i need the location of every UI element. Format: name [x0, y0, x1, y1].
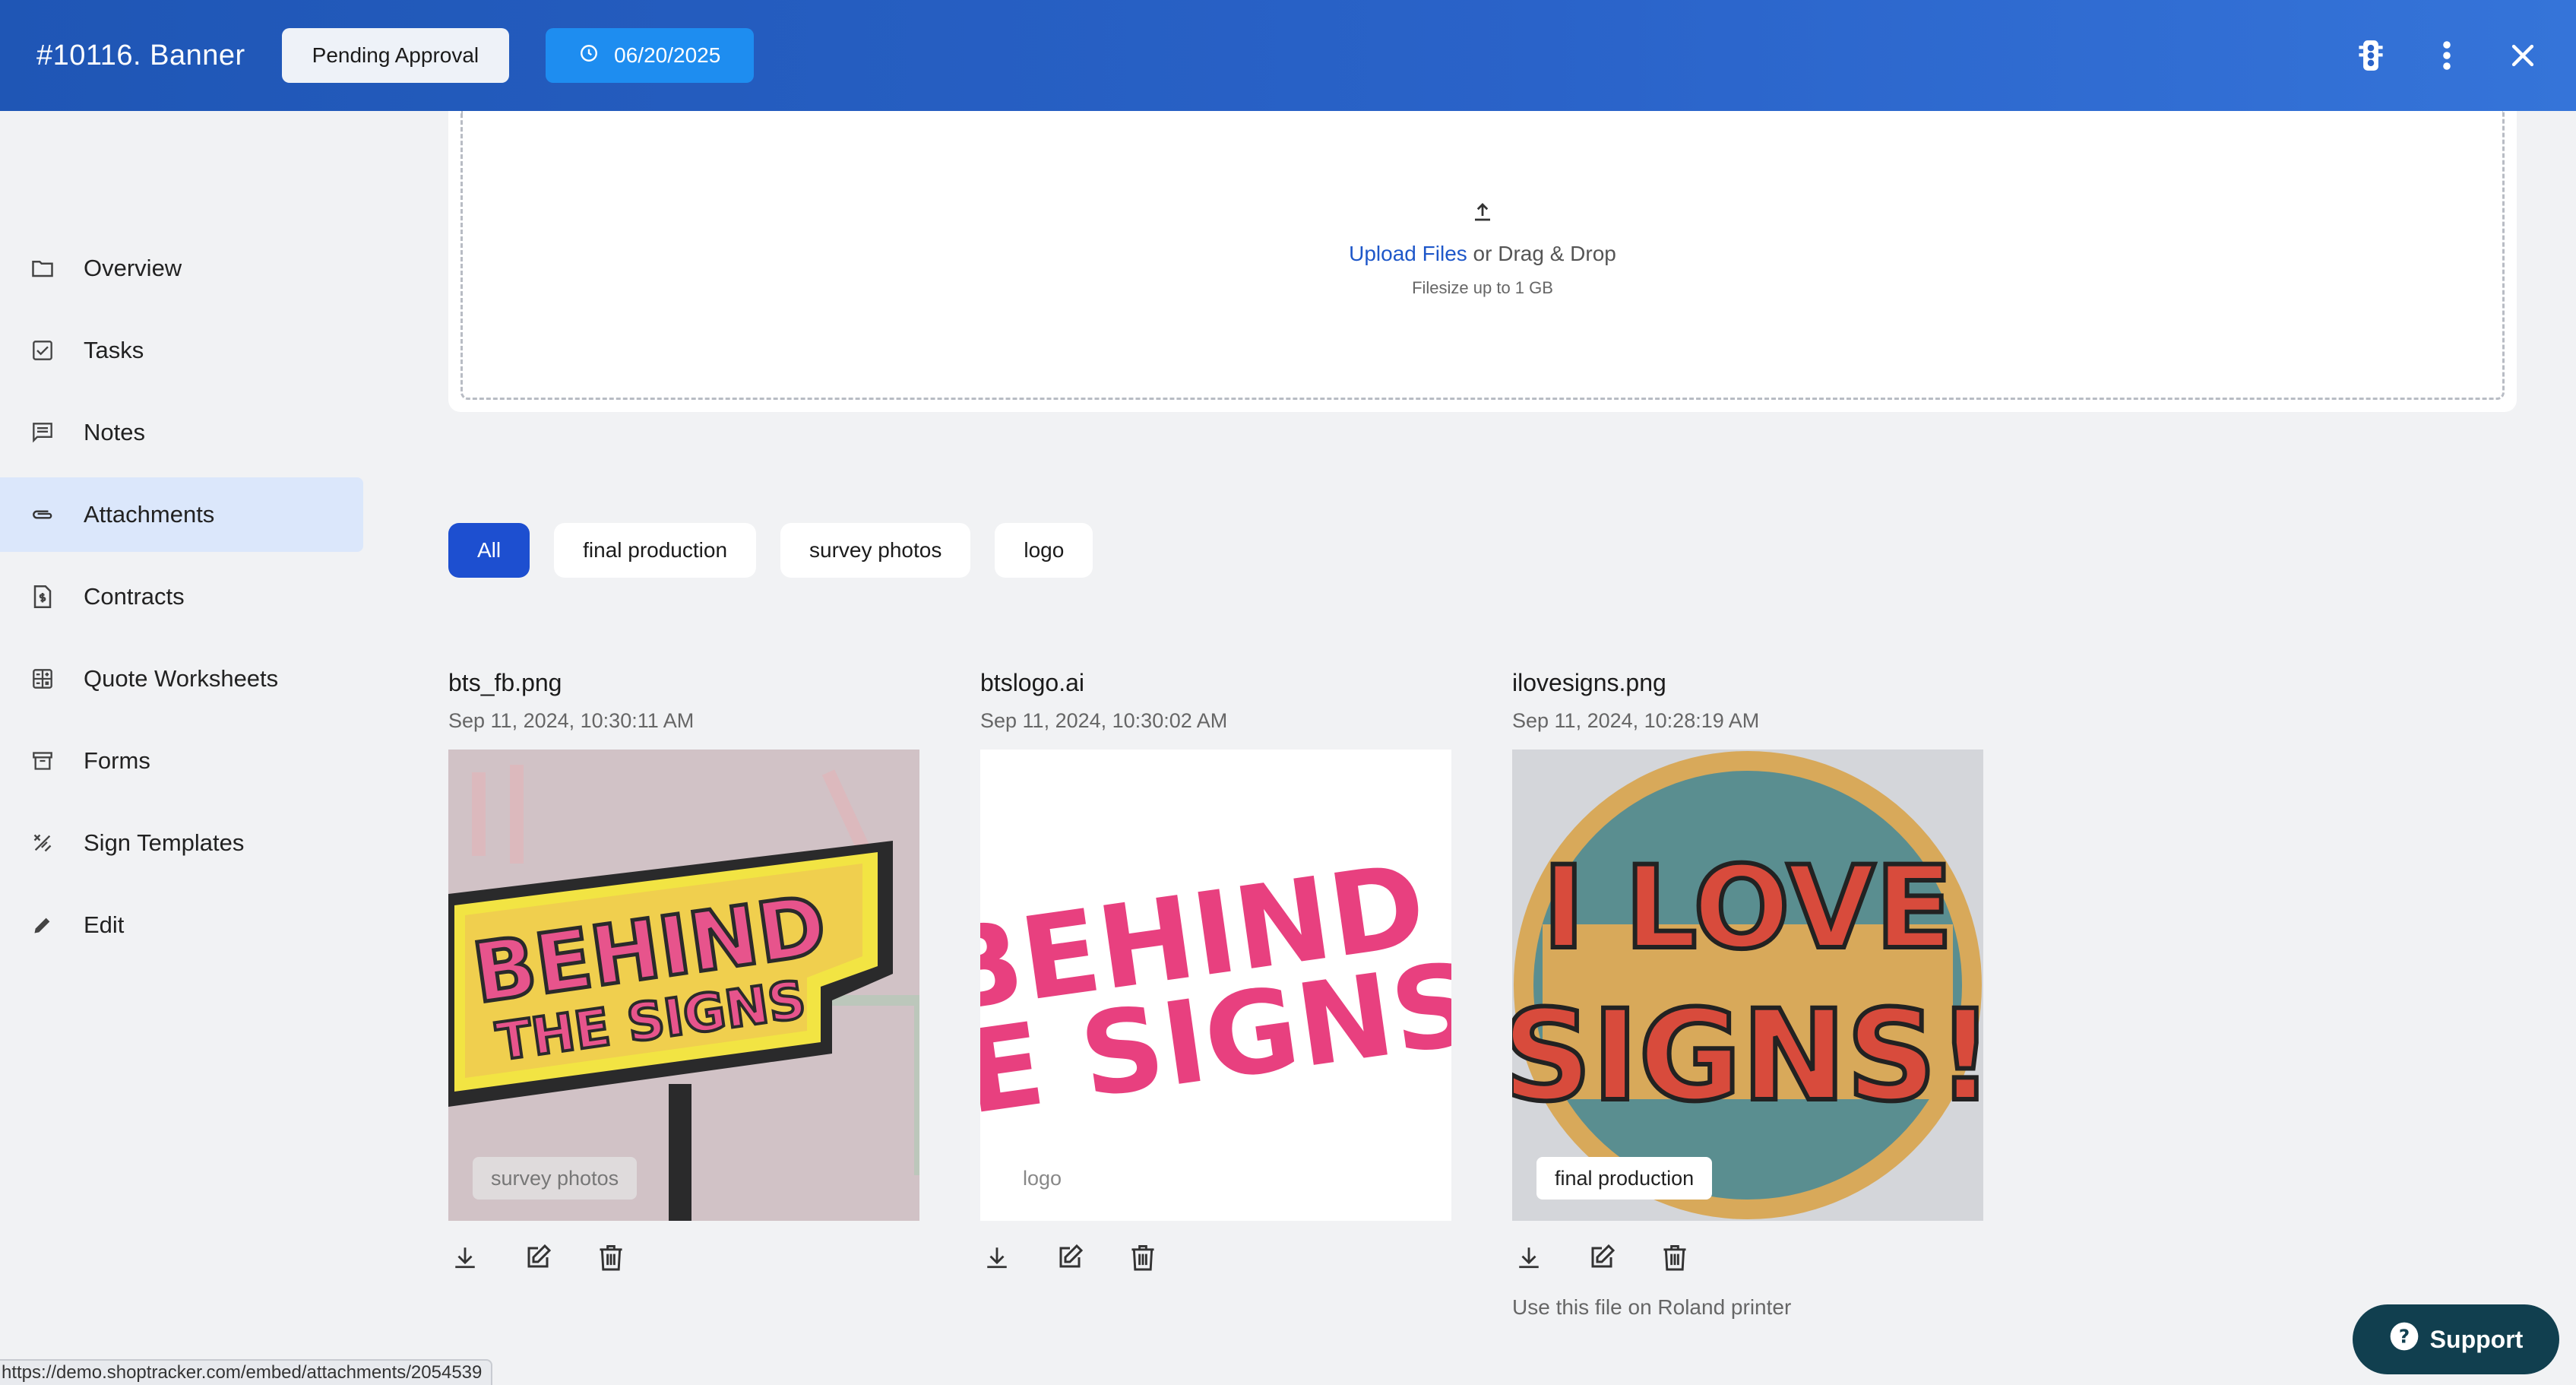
filter-final-production[interactable]: final production — [554, 523, 757, 578]
comment-icon — [29, 419, 56, 446]
download-icon[interactable] — [1514, 1242, 1544, 1272]
attachment-card: bts_fb.png Sep 11, 2024, 10:30:11 AM BEH… — [448, 669, 919, 1272]
folder-icon — [29, 255, 56, 282]
upload-icon — [1471, 201, 1494, 227]
attachment-thumbnail[interactable]: I LOVE SIGNS! final production — [1512, 750, 1983, 1221]
edit-icon[interactable] — [1587, 1242, 1617, 1272]
attachment-filter-tabs: All final production survey photos logo — [448, 523, 1093, 578]
help-icon: ? — [2389, 1321, 2419, 1358]
status-button[interactable]: Pending Approval — [281, 28, 510, 83]
upload-dropzone[interactable]: Upload Files or Drag & Drop Filesize up … — [460, 111, 2505, 400]
more-vertical-icon[interactable] — [2427, 36, 2467, 75]
sidebar-item-label: Attachments — [84, 501, 215, 528]
attachment-tag: final production — [1536, 1157, 1713, 1200]
file-name[interactable]: bts_fb.png — [448, 669, 919, 697]
thumb-text-line1: I LOVE — [1543, 842, 1953, 975]
trash-icon[interactable] — [1128, 1242, 1158, 1272]
sidebar-item-quote-worksheets[interactable]: Quote Worksheets — [0, 642, 363, 716]
attachment-thumbnail[interactable]: BEHIND HE SIGNS logo — [980, 750, 1451, 1221]
close-icon[interactable] — [2503, 36, 2543, 75]
sidebar-item-label: Overview — [84, 255, 182, 281]
edit-icon[interactable] — [1055, 1242, 1085, 1272]
sidebar-item-label: Forms — [84, 747, 150, 774]
due-date-label: 06/20/2025 — [614, 43, 721, 67]
pencil-icon — [29, 911, 56, 939]
due-date-button[interactable]: 06/20/2025 — [546, 28, 755, 83]
attachment-tag: survey photos — [473, 1157, 638, 1200]
sidebar-item-label: Tasks — [84, 337, 144, 363]
attachment-actions — [980, 1242, 1451, 1272]
sidebar-item-label: Sign Templates — [84, 829, 245, 856]
design-tools-icon — [29, 829, 56, 857]
file-date: Sep 11, 2024, 10:28:19 AM — [1512, 709, 1760, 732]
document-dollar-icon — [29, 583, 56, 610]
link-status-url: https://demo.shoptracker.com/embed/attac… — [0, 1359, 493, 1385]
sidebar-item-tasks[interactable]: Tasks — [0, 313, 363, 388]
sidebar-item-label: Quote Worksheets — [84, 665, 279, 692]
attachment-card: btslogo.ai Sep 11, 2024, 10:30:02 AM BEH… — [980, 669, 1451, 1272]
upload-instructions: Upload Files or Drag & Drop — [463, 242, 2502, 266]
thumb-text-line2: SIGNS! — [1512, 983, 1983, 1129]
attachment-card: ilovesigns.png Sep 11, 2024, 10:28:19 AM… — [1512, 669, 1983, 1320]
filter-all[interactable]: All — [448, 523, 530, 578]
sidebar-item-attachments[interactable]: Attachments — [0, 477, 363, 552]
sidebar-item-contracts[interactable]: Contracts — [0, 559, 363, 634]
download-icon[interactable] — [450, 1242, 480, 1272]
file-name[interactable]: btslogo.ai — [980, 669, 1451, 697]
attachment-tag: logo — [1005, 1157, 1081, 1200]
attachment-actions — [1512, 1242, 1983, 1272]
support-label: Support — [2429, 1325, 2524, 1353]
upload-card: Upload Files or Drag & Drop Filesize up … — [448, 111, 2517, 412]
sidebar-item-forms[interactable]: Forms — [0, 724, 363, 798]
filesize-limit: Filesize up to 1 GB — [1412, 278, 1553, 297]
file-date: Sep 11, 2024, 10:30:11 AM — [448, 709, 695, 732]
sidebar-item-label: Edit — [84, 911, 125, 938]
sidebar-item-edit[interactable]: Edit — [0, 888, 363, 962]
sidebar-item-label: Notes — [84, 419, 145, 445]
paperclip-icon — [29, 501, 56, 528]
filter-survey-photos[interactable]: survey photos — [780, 523, 971, 578]
file-date: Sep 11, 2024, 10:30:02 AM — [980, 709, 1228, 732]
filter-logo[interactable]: logo — [995, 523, 1093, 578]
edit-icon[interactable] — [523, 1242, 553, 1272]
sidebar-item-notes[interactable]: Notes — [0, 395, 363, 470]
attachment-note: Use this file on Roland printer — [1512, 1295, 1792, 1319]
attachment-thumbnail[interactable]: BEHIND THE SIGNS survey photos — [448, 750, 919, 1221]
support-button[interactable]: ? Support — [2353, 1304, 2559, 1374]
sidebar-item-label: Contracts — [84, 583, 185, 610]
drag-drop-text: or Drag & Drop — [1467, 242, 1616, 265]
calculator-icon — [29, 665, 56, 692]
download-icon[interactable] — [982, 1242, 1012, 1272]
trash-icon[interactable] — [596, 1242, 626, 1272]
sidebar-item-sign-templates[interactable]: Sign Templates — [0, 806, 363, 880]
attachment-actions — [448, 1242, 919, 1272]
app-header: #10116. Banner Pending Approval 06/20/20… — [0, 0, 2576, 111]
archive-box-icon — [29, 747, 56, 775]
trash-icon[interactable] — [1660, 1242, 1690, 1272]
file-name[interactable]: ilovesigns.png — [1512, 669, 1983, 697]
clock-icon — [579, 43, 599, 68]
sidebar-item-overview[interactable]: Overview — [0, 231, 363, 306]
svg-text:?: ? — [2398, 1325, 2410, 1347]
traffic-light-icon[interactable] — [2351, 36, 2391, 75]
job-title: #10116. Banner — [36, 39, 245, 71]
upload-files-link[interactable]: Upload Files — [1349, 242, 1467, 265]
checkbox-icon — [29, 337, 56, 364]
